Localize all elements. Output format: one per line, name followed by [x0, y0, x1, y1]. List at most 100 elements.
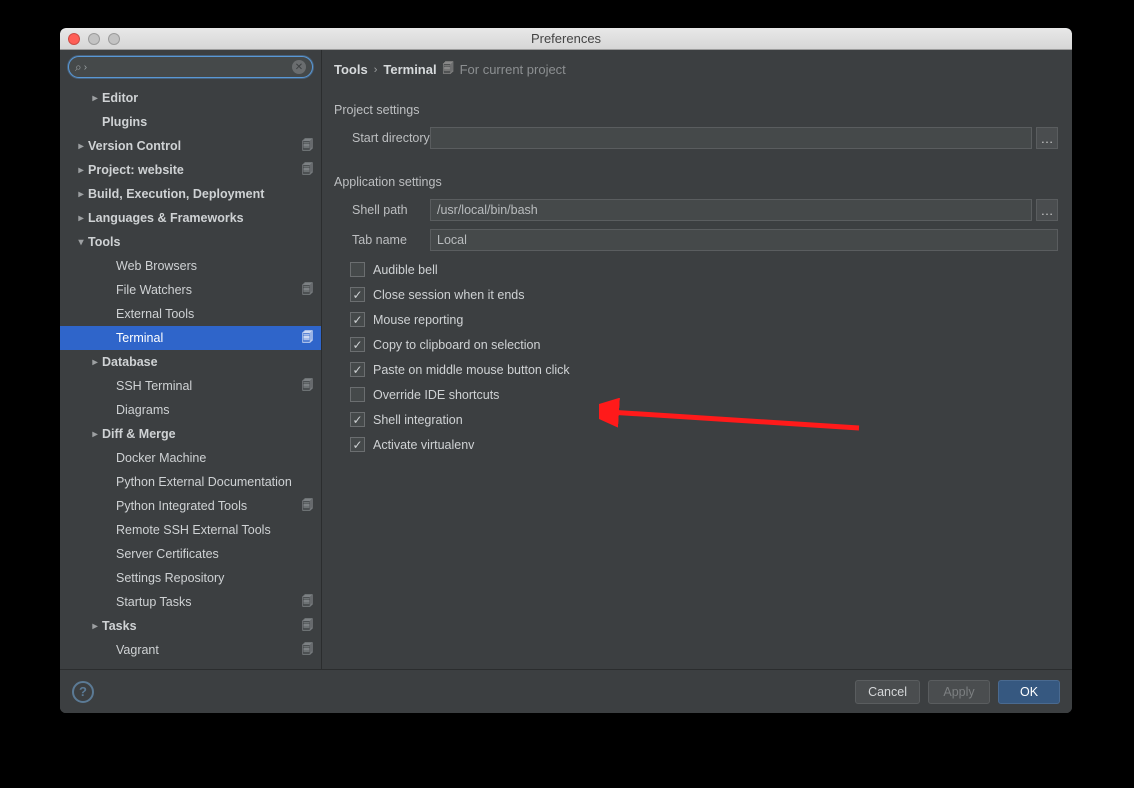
expand-icon[interactable] [88, 621, 102, 632]
sidebar-item-diff-merge[interactable]: Diff & Merge [60, 422, 321, 446]
sidebar-item-version-control[interactable]: Version Control🗐 [60, 134, 321, 158]
checkbox-row-audible-bell[interactable]: Audible bell [350, 257, 1058, 282]
checkbox-row-activate-virtualenv[interactable]: Activate virtualenv [350, 432, 1058, 457]
checkbox-label: Copy to clipboard on selection [373, 338, 540, 352]
settings-panel: Tools › Terminal 🗐 For current project P… [322, 50, 1072, 669]
sidebar-item-label: Web Browsers [116, 259, 313, 273]
checkbox-row-paste-on-middle-mouse-button-click[interactable]: Paste on middle mouse button click [350, 357, 1058, 382]
browse-shell-button[interactable]: … [1036, 199, 1058, 221]
checkbox[interactable] [350, 387, 365, 402]
clear-search-icon[interactable]: ✕ [292, 60, 306, 74]
help-button[interactable]: ? [72, 681, 94, 703]
sidebar-item-label: Startup Tasks [116, 595, 302, 609]
sidebar-item-editor[interactable]: Editor [60, 86, 321, 110]
sidebar-item-settings-repository[interactable]: Settings Repository [60, 566, 321, 590]
sidebar-item-vagrant[interactable]: Vagrant🗐 [60, 638, 321, 662]
start-directory-input[interactable] [430, 127, 1032, 149]
sidebar-item-label: Languages & Frameworks [88, 211, 313, 225]
expand-icon[interactable] [88, 357, 102, 368]
project-scope-icon: 🗐 [302, 593, 313, 612]
sidebar-item-project-website[interactable]: Project: website🗐 [60, 158, 321, 182]
sidebar-item-label: Diff & Merge [102, 427, 313, 441]
breadcrumb-scope: For current project [460, 62, 566, 77]
sidebar-item-label: Tools [88, 235, 313, 249]
checkbox-label: Close session when it ends [373, 288, 524, 302]
content-area: ⌕ › ✕ EditorPluginsVersion Control🗐Proje… [60, 50, 1072, 669]
tab-name-input[interactable] [430, 229, 1058, 251]
application-checkboxes: Audible bell Close session when it ends Mo… [334, 257, 1058, 457]
sidebar-item-tasks[interactable]: Tasks🗐 [60, 614, 321, 638]
shell-path-row: Shell path … [334, 199, 1058, 221]
application-settings-heading: Application settings [334, 175, 1058, 189]
checkbox[interactable] [350, 362, 365, 377]
sidebar-item-terminal[interactable]: Terminal🗐 [60, 326, 321, 350]
checkbox-row-close-session-when-it-ends[interactable]: Close session when it ends [350, 282, 1058, 307]
sidebar-item-label: Plugins [102, 115, 313, 129]
checkbox[interactable] [350, 287, 365, 302]
sidebar-item-external-tools[interactable]: External Tools [60, 302, 321, 326]
checkbox[interactable] [350, 337, 365, 352]
start-directory-row: Start directory … [334, 127, 1058, 149]
sidebar-item-file-watchers[interactable]: File Watchers🗐 [60, 278, 321, 302]
expand-icon[interactable] [88, 93, 102, 104]
apply-button[interactable]: Apply [928, 680, 990, 704]
breadcrumb: Tools › Terminal 🗐 For current project [334, 60, 1058, 79]
expand-icon[interactable] [88, 429, 102, 440]
checkbox-row-shell-integration[interactable]: Shell integration [350, 407, 1058, 432]
search-field[interactable]: ⌕ › ✕ [68, 56, 313, 78]
checkbox-label: Mouse reporting [373, 313, 463, 327]
project-scope-icon: 🗐 [302, 497, 313, 516]
sidebar-item-build-execution-deployment[interactable]: Build, Execution, Deployment [60, 182, 321, 206]
sidebar-item-label: Database [102, 355, 313, 369]
project-scope-icon: 🗐 [302, 137, 313, 156]
expand-icon[interactable] [74, 141, 88, 152]
checkbox-label: Audible bell [373, 263, 438, 277]
cancel-button[interactable]: Cancel [855, 680, 920, 704]
expand-icon[interactable] [74, 189, 88, 200]
sidebar-item-ssh-terminal[interactable]: SSH Terminal🗐 [60, 374, 321, 398]
dialog-footer: ? Cancel Apply OK [60, 669, 1072, 713]
sidebar-item-label: Project: website [88, 163, 302, 177]
sidebar-item-database[interactable]: Database [60, 350, 321, 374]
sidebar-item-remote-ssh-external-tools[interactable]: Remote SSH External Tools [60, 518, 321, 542]
start-directory-label: Start directory [334, 131, 430, 145]
sidebar-item-startup-tasks[interactable]: Startup Tasks🗐 [60, 590, 321, 614]
checkbox[interactable] [350, 262, 365, 277]
browse-directory-button[interactable]: … [1036, 127, 1058, 149]
ok-button[interactable]: OK [998, 680, 1060, 704]
sidebar-item-docker-machine[interactable]: Docker Machine [60, 446, 321, 470]
settings-tree[interactable]: EditorPluginsVersion Control🗐Project: we… [60, 84, 321, 669]
sidebar-item-server-certificates[interactable]: Server Certificates [60, 542, 321, 566]
expand-icon[interactable] [74, 213, 88, 224]
checkbox-row-override-ide-shortcuts[interactable]: Override IDE shortcuts [350, 382, 1058, 407]
sidebar-item-plugins[interactable]: Plugins [60, 110, 321, 134]
checkbox-label: Override IDE shortcuts [373, 388, 499, 402]
checkbox-label: Paste on middle mouse button click [373, 363, 570, 377]
checkbox[interactable] [350, 437, 365, 452]
sidebar-item-diagrams[interactable]: Diagrams [60, 398, 321, 422]
project-scope-icon: 🗐 [443, 60, 454, 79]
checkbox[interactable] [350, 312, 365, 327]
expand-icon[interactable] [74, 165, 88, 176]
checkbox[interactable] [350, 412, 365, 427]
sidebar-item-label: Tasks [102, 619, 302, 633]
project-scope-icon: 🗐 [302, 161, 313, 180]
search-input[interactable] [87, 60, 292, 74]
sidebar-item-web-browsers[interactable]: Web Browsers [60, 254, 321, 278]
sidebar-item-python-external-documentation[interactable]: Python External Documentation [60, 470, 321, 494]
sidebar-item-label: Settings Repository [116, 571, 313, 585]
checkbox-row-mouse-reporting[interactable]: Mouse reporting [350, 307, 1058, 332]
sidebar-item-tools[interactable]: Tools [60, 230, 321, 254]
expand-icon[interactable] [74, 237, 88, 248]
sidebar-item-label: Editor [102, 91, 313, 105]
sidebar-item-label: Vagrant [116, 643, 302, 657]
window-body: ⌕ › ✕ EditorPluginsVersion Control🗐Proje… [60, 50, 1072, 713]
sidebar-item-python-integrated-tools[interactable]: Python Integrated Tools🗐 [60, 494, 321, 518]
sidebar-item-languages-frameworks[interactable]: Languages & Frameworks [60, 206, 321, 230]
checkbox-label: Shell integration [373, 413, 463, 427]
tab-name-row: Tab name [334, 229, 1058, 251]
shell-path-input[interactable] [430, 199, 1032, 221]
sidebar-item-label: Docker Machine [116, 451, 313, 465]
sidebar-item-label: Diagrams [116, 403, 313, 417]
checkbox-row-copy-to-clipboard-on-selection[interactable]: Copy to clipboard on selection [350, 332, 1058, 357]
